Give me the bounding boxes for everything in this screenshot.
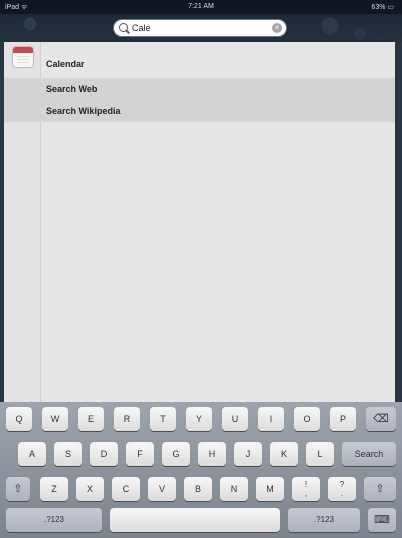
key-bottom-glyph: . <box>340 489 344 498</box>
key-m[interactable]: M <box>256 477 284 501</box>
key-b[interactable]: B <box>184 477 212 501</box>
search-icon <box>119 23 128 32</box>
key-x[interactable]: X <box>76 477 104 501</box>
clock: 7:21 AM <box>188 3 214 10</box>
space-key[interactable] <box>110 508 280 532</box>
result-label: Search Web <box>46 84 98 94</box>
shift-right-key[interactable]: ⇧ <box>364 477 396 501</box>
key-k[interactable]: K <box>270 442 298 466</box>
backspace-key[interactable]: ⌫ <box>366 407 396 431</box>
key-o[interactable]: O <box>294 407 320 431</box>
status-bar: iPad ᯤ 7:21 AM 63% ▭ <box>0 0 402 14</box>
key-c[interactable]: C <box>112 477 140 501</box>
search-input[interactable] <box>132 22 262 34</box>
key-exclaim-comma[interactable]: ! , <box>292 477 320 501</box>
result-label: Calendar <box>46 59 85 69</box>
result-calendar[interactable]: Calendar <box>4 48 395 78</box>
on-screen-keyboard: Q W E R T Y U I O P ⌫ A S D F G H J K L … <box>0 402 402 538</box>
key-t[interactable]: T <box>150 407 176 431</box>
result-label: Search Wikipedia <box>46 106 121 116</box>
search-key[interactable]: Search <box>342 442 396 466</box>
key-question-period[interactable]: ? . <box>328 477 356 501</box>
key-top-glyph: ! <box>304 480 308 489</box>
screen: iPad ᯤ 7:21 AM 63% ▭ × Calendar Search W… <box>0 0 402 538</box>
key-d[interactable]: D <box>90 442 118 466</box>
key-z[interactable]: Z <box>40 477 68 501</box>
numbers-right-key[interactable]: .?123 <box>288 508 360 532</box>
result-search-web[interactable]: Search Web <box>4 78 395 100</box>
key-p[interactable]: P <box>330 407 356 431</box>
key-y[interactable]: Y <box>186 407 212 431</box>
key-v[interactable]: V <box>148 477 176 501</box>
key-a[interactable]: A <box>18 442 46 466</box>
key-g[interactable]: G <box>162 442 190 466</box>
clear-search-icon[interactable]: × <box>272 23 282 33</box>
battery-indicator: 63% ▭ <box>371 4 394 11</box>
result-search-wikipedia[interactable]: Search Wikipedia <box>4 100 395 122</box>
key-u[interactable]: U <box>222 407 248 431</box>
key-w[interactable]: W <box>42 407 68 431</box>
key-i[interactable]: I <box>258 407 284 431</box>
key-e[interactable]: E <box>78 407 104 431</box>
key-bottom-glyph: , <box>304 489 308 498</box>
key-f[interactable]: F <box>126 442 154 466</box>
key-n[interactable]: N <box>220 477 248 501</box>
hide-keyboard-icon[interactable]: ⌨ <box>368 508 396 532</box>
key-top-glyph: ? <box>339 480 345 489</box>
key-s[interactable]: S <box>54 442 82 466</box>
key-j[interactable]: J <box>234 442 262 466</box>
numbers-left-key[interactable]: .?123 <box>6 508 102 532</box>
key-l[interactable]: L <box>306 442 334 466</box>
spotlight-search-field[interactable]: × <box>113 19 287 37</box>
shift-left-key[interactable]: ⇧ <box>6 477 30 501</box>
key-q[interactable]: Q <box>6 407 32 431</box>
key-r[interactable]: R <box>114 407 140 431</box>
right-border <box>395 42 402 402</box>
key-h[interactable]: H <box>198 442 226 466</box>
search-results-list: Calendar Search Web Search Wikipedia <box>4 42 395 402</box>
search-bar-area: × <box>0 14 402 42</box>
